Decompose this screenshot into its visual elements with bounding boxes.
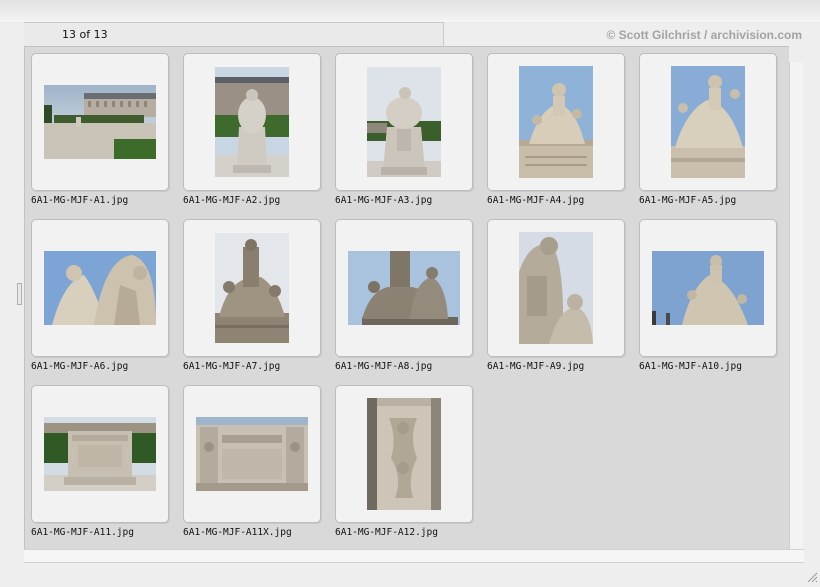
thumbnail-cell[interactable]: 6A1-MG-MJF-A5.jpg (639, 53, 777, 206)
thumbnail-image[interactable] (196, 417, 308, 491)
viewer-tab[interactable]: 13 of 13 (24, 22, 444, 46)
file-name-label: 6A1-MG-MJF-A10.jpg (639, 361, 742, 372)
thumbnail-image[interactable] (367, 67, 441, 177)
horizontal-scrollbar[interactable] (24, 549, 804, 563)
thumbnail-image[interactable] (44, 417, 156, 491)
thumbnail-image[interactable] (215, 67, 289, 177)
file-name-label: 6A1-MG-MJF-A11.jpg (31, 527, 134, 538)
thumbnail-frame[interactable] (487, 219, 625, 357)
thumbnail-image[interactable] (44, 85, 156, 159)
file-name-label: 6A1-MG-MJF-A1.jpg (31, 195, 129, 206)
thumbnail-frame[interactable] (639, 53, 777, 191)
thumbnail-cell[interactable]: 6A1-MG-MJF-A4.jpg (487, 53, 625, 206)
resize-grip-icon[interactable] (806, 568, 818, 583)
thumbnail-cell[interactable]: 6A1-MG-MJF-A6.jpg (31, 219, 169, 372)
vertical-scrollbar[interactable] (789, 62, 803, 549)
thumbnail-frame[interactable] (335, 385, 473, 523)
thumbnail-image[interactable] (652, 251, 764, 325)
image-counter: 13 of 13 (62, 28, 108, 41)
thumbnail-frame[interactable] (183, 219, 321, 357)
thumbnail-image[interactable] (44, 251, 156, 325)
file-name-label: 6A1-MG-MJF-A3.jpg (335, 195, 433, 206)
thumbnail-frame[interactable] (183, 385, 321, 523)
thumbnail-cell[interactable]: 6A1-MG-MJF-A3.jpg (335, 53, 473, 206)
file-name-label: 6A1-MG-MJF-A11X.jpg (183, 527, 292, 538)
file-name-label: 6A1-MG-MJF-A12.jpg (335, 527, 438, 538)
window-top-bar (0, 0, 820, 23)
file-name-label: 6A1-MG-MJF-A8.jpg (335, 361, 433, 372)
thumbnail-cell[interactable]: 6A1-MG-MJF-A11.jpg (31, 385, 169, 538)
thumbnail-image[interactable] (519, 232, 593, 344)
thumbnail-frame[interactable] (183, 53, 321, 191)
thumbnail-frame[interactable] (31, 385, 169, 523)
thumbnail-image[interactable] (519, 66, 593, 178)
splitter-handle[interactable] (17, 283, 22, 305)
thumbnail-cell[interactable]: 6A1-MG-MJF-A12.jpg (335, 385, 473, 538)
file-name-label: 6A1-MG-MJF-A6.jpg (31, 361, 129, 372)
thumbnail-frame[interactable] (31, 53, 169, 191)
thumbnail-frame[interactable] (335, 53, 473, 191)
thumbnail-grid: 6A1-MG-MJF-A1.jpg 6A1-MG-MJF-A2.jpg 6A1-… (31, 53, 777, 538)
thumbnail-image[interactable] (348, 251, 460, 325)
file-name-label: 6A1-MG-MJF-A7.jpg (183, 361, 281, 372)
thumbnail-image[interactable] (367, 398, 441, 510)
file-name-label: 6A1-MG-MJF-A9.jpg (487, 361, 585, 372)
thumbnail-frame[interactable] (639, 219, 777, 357)
thumbnail-panel: 6A1-MG-MJF-A1.jpg 6A1-MG-MJF-A2.jpg 6A1-… (24, 46, 789, 549)
thumbnail-cell[interactable]: 6A1-MG-MJF-A1.jpg (31, 53, 169, 206)
thumbnail-frame[interactable] (31, 219, 169, 357)
file-name-label: 6A1-MG-MJF-A2.jpg (183, 195, 281, 206)
copyright-notice: © Scott Gilchrist / archivision.com (606, 28, 802, 42)
thumbnail-cell[interactable]: 6A1-MG-MJF-A9.jpg (487, 219, 625, 372)
thumbnail-image[interactable] (215, 233, 289, 343)
file-name-label: 6A1-MG-MJF-A4.jpg (487, 195, 585, 206)
thumbnail-cell[interactable]: 6A1-MG-MJF-A11X.jpg (183, 385, 321, 538)
file-name-label: 6A1-MG-MJF-A5.jpg (639, 195, 737, 206)
thumbnail-cell[interactable]: 6A1-MG-MJF-A7.jpg (183, 219, 321, 372)
thumbnail-cell[interactable]: 6A1-MG-MJF-A8.jpg (335, 219, 473, 372)
thumbnail-cell[interactable]: 6A1-MG-MJF-A10.jpg (639, 219, 777, 372)
thumbnail-cell[interactable]: 6A1-MG-MJF-A2.jpg (183, 53, 321, 206)
thumbnail-frame[interactable] (335, 219, 473, 357)
thumbnail-frame[interactable] (487, 53, 625, 191)
thumbnail-image[interactable] (671, 66, 745, 178)
